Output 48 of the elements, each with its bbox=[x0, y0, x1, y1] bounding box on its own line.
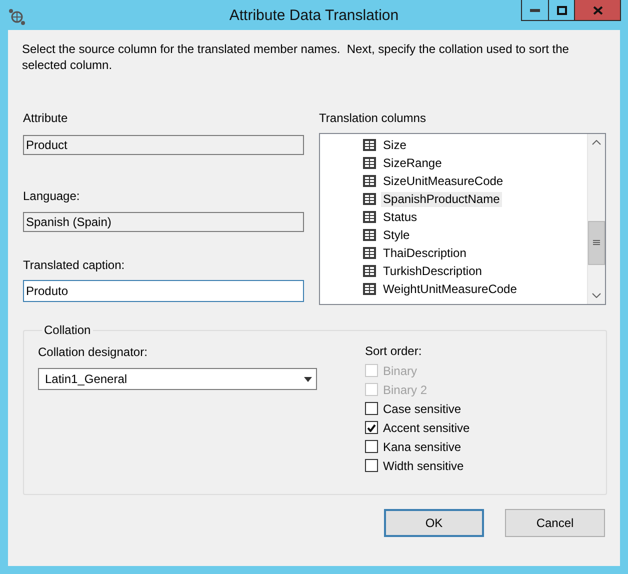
tree-item[interactable]: TurkishDescription bbox=[381, 264, 484, 278]
checkmark-icon bbox=[367, 424, 376, 432]
instructions-text: Select the source column for the translated member names. Next, specify the collation used to sort the selected column. bbox=[22, 41, 570, 73]
window-title: Attribute Data Translation bbox=[229, 7, 399, 24]
column-icon bbox=[363, 283, 376, 295]
scrollbar[interactable] bbox=[587, 134, 605, 304]
collation-dropdown[interactable]: Latin1_General bbox=[38, 368, 317, 390]
checkbox-option[interactable]: Kana sensitive bbox=[365, 437, 470, 456]
tree-item[interactable]: WeightUnitMeasureCode bbox=[381, 282, 519, 296]
dropdown-arrow-icon bbox=[304, 376, 312, 382]
column-icon bbox=[363, 193, 376, 205]
field-label: Translation columns bbox=[319, 111, 427, 125]
column-icon bbox=[363, 175, 376, 187]
column-icon bbox=[363, 247, 376, 259]
language-field[interactable]: Spanish (Spain) bbox=[23, 212, 304, 232]
field-label: Collation designator: bbox=[38, 345, 148, 359]
field-label: Sort order: bbox=[365, 344, 423, 358]
column-icon bbox=[363, 139, 376, 151]
maximize-icon bbox=[556, 6, 566, 14]
checkbox-option[interactable]: Case sensitive bbox=[365, 399, 470, 418]
attribute-field[interactable]: Product bbox=[23, 135, 304, 155]
field-label: Language: bbox=[23, 189, 81, 203]
field-label: Translated caption: bbox=[23, 258, 126, 272]
tree-item[interactable]: Style bbox=[381, 228, 412, 242]
scroll-thumb[interactable] bbox=[588, 221, 605, 265]
cancel-button[interactable]: Cancel bbox=[505, 509, 605, 537]
tree-item[interactable]: Status bbox=[381, 210, 420, 224]
tree-item[interactable]: SizeRange bbox=[381, 156, 444, 170]
cube-icon bbox=[8, 8, 26, 26]
caption-input-field[interactable]: Produto bbox=[23, 280, 304, 302]
group-title: Collation bbox=[43, 323, 92, 337]
close-icon bbox=[592, 6, 602, 14]
ok-button[interactable]: OK bbox=[384, 509, 484, 537]
close-button[interactable] bbox=[574, 0, 621, 21]
field-label: Attribute bbox=[23, 111, 69, 125]
column-icon bbox=[363, 211, 376, 223]
checkbox-option[interactable]: Width sensitive bbox=[365, 456, 470, 475]
column-icon bbox=[363, 229, 376, 241]
tree-item[interactable]: ThaiDescription bbox=[381, 246, 468, 260]
checkbox-option[interactable]: Accent sensitive bbox=[365, 418, 470, 437]
tree-item[interactable]: Size bbox=[381, 138, 408, 152]
tree-item[interactable]: SizeUnitMeasureCode bbox=[381, 174, 506, 188]
translation-columns-tree[interactable]: Size SizeRange SizeUnitMeasureCode SpanishProductName Status Style ThaiDescription TurkishDescription WeightUnitMeasureCode bbox=[319, 133, 606, 305]
minimize-button[interactable] bbox=[521, 0, 549, 21]
column-icon bbox=[363, 265, 376, 277]
minimize-icon bbox=[530, 8, 540, 12]
column-icon bbox=[363, 157, 376, 169]
tree-item[interactable]: SpanishProductName bbox=[381, 192, 502, 206]
